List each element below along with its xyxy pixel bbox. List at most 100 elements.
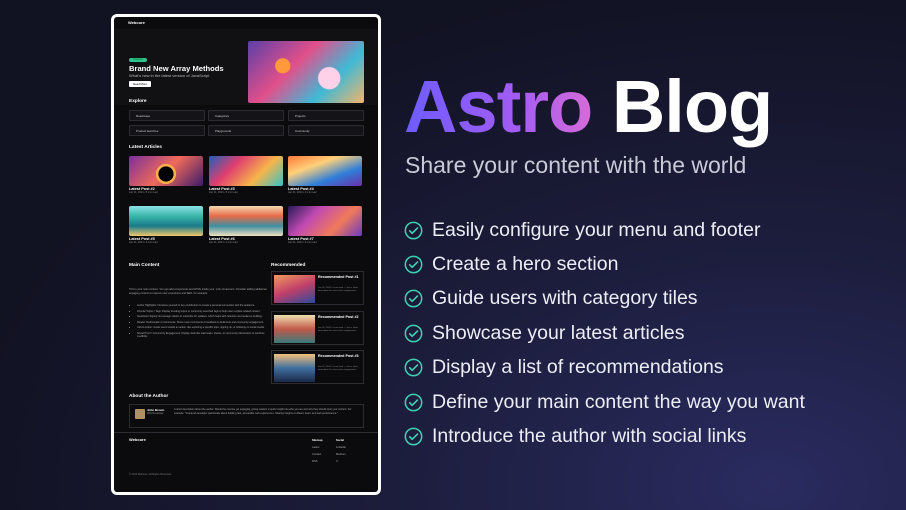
post-meta: Jan 01, 2024 • 5 min read <box>129 191 158 194</box>
preview-card: Webcore Featured Brand New Array Methods… <box>111 14 381 495</box>
footer-social: Social LinkedIn Medium X <box>336 437 346 465</box>
explore-heading: Explore <box>129 99 147 104</box>
tile-roadmaps[interactable]: Roadmaps <box>129 110 205 121</box>
author-card: John Brown Web Developer A short descrip… <box>129 404 364 428</box>
footer-link[interactable]: RSS <box>312 458 322 465</box>
post-card[interactable]: Latest Post #4 Jan 01, 2024 • 4 min read <box>288 156 362 194</box>
feature-text: Showcase your latest articles <box>432 321 685 344</box>
post-card[interactable]: Latest Post #2 Jan 01, 2024 • 5 min read <box>129 156 203 194</box>
recommended-heading: Recommended <box>271 263 306 268</box>
footer-link[interactable]: Contact <box>312 451 322 458</box>
recommended-thumbnail <box>274 275 315 303</box>
check-circle-icon <box>404 393 423 412</box>
list-item: Popular Topics / Tags: Display trending … <box>137 310 269 314</box>
title-astro: Astro <box>404 65 593 148</box>
footer-divider <box>114 432 378 433</box>
site-logo[interactable]: Webcore <box>128 20 145 25</box>
recommended-title: Recommended Post #2 <box>318 315 359 319</box>
feature-item: Display a list of recommendations <box>404 351 805 385</box>
avatar <box>135 409 145 419</box>
preview-screen: Webcore Featured Brand New Array Methods… <box>114 17 378 492</box>
list-item: Call-to-Action: Guide users toward an ac… <box>137 326 269 330</box>
footer-link[interactable]: X <box>336 458 346 465</box>
post-card[interactable]: Latest Post #6 Jan 01, 2024 • 4 min read <box>209 206 283 244</box>
feature-text: Guide users with category tiles <box>432 287 698 310</box>
post-meta: Jan 01, 2024 • 4 min read <box>209 241 238 244</box>
feature-item: Create a hero section <box>404 247 805 281</box>
post-thumbnail <box>129 206 203 236</box>
latest-articles-heading: Latest Articles <box>129 145 162 150</box>
feature-text: Define your main content the way you wan… <box>432 390 805 413</box>
post-meta: Jan 01, 2024 • 4 min read <box>288 191 317 194</box>
subtitle: Share your content with the world <box>405 152 747 178</box>
author-role: Web Developer <box>147 412 164 415</box>
recommended-thumbnail <box>274 315 315 343</box>
footer-link[interactable]: LinkedIn <box>336 444 346 451</box>
check-circle-icon <box>404 427 423 446</box>
main-title: Astro Blog <box>404 70 773 144</box>
list-item: Reader Testimonials or Comments: Show re… <box>137 321 269 325</box>
list-item: Newsletter Signup: Encourage visitors to… <box>137 315 269 319</box>
post-meta: Jan 01, 2024 • 5 min read <box>209 191 238 194</box>
main-content-intro: This is your main content. You can add c… <box>129 288 267 295</box>
feature-item: Define your main content the way you wan… <box>404 385 805 419</box>
recommended-title: Recommended Post #3 <box>318 354 359 358</box>
main-content-heading: Main Content <box>129 263 160 268</box>
tile-product-launches[interactable]: Product launches <box>129 125 205 136</box>
post-thumbnail <box>209 206 283 236</box>
recommended-item[interactable]: Recommended Post #1 Jan 01, 2024 • 5 min… <box>271 271 364 305</box>
post-thumbnail <box>129 156 203 186</box>
recommended-meta: Jan 01, 2024 • 5 min read — Just a short… <box>318 327 358 332</box>
post-meta: Jan 01, 2024 • 5 min read <box>129 241 158 244</box>
recommended-item[interactable]: Recommended Post #3 Jan 01, 2024 • 5 min… <box>271 350 364 384</box>
read-more-button[interactable]: Read More <box>129 81 151 87</box>
tile-projects[interactable]: Projects <box>288 110 364 121</box>
featured-badge: Featured <box>129 58 147 62</box>
footer-logo[interactable]: Webcore <box>129 437 146 442</box>
list-item: Author Highlights: Introduce yourself or… <box>137 304 269 308</box>
hero-subtitle: What's new in the latest version of Java… <box>129 73 210 78</box>
footer-sitemap: Sitemap Latest Contact RSS <box>312 437 322 465</box>
recommended-meta: Jan 01, 2024 • 5 min read — Just a short… <box>318 287 358 292</box>
tile-playgrounds[interactable]: Playgrounds <box>208 125 284 136</box>
recommended-meta: Jan 01, 2024 • 5 min read — Just a short… <box>318 366 358 371</box>
post-card[interactable]: Latest Post #3 Jan 01, 2024 • 5 min read <box>209 156 283 194</box>
feature-item: Introduce the author with social links <box>404 419 805 453</box>
feature-text: Introduce the author with social links <box>432 425 747 448</box>
tile-categories[interactable]: Categories <box>208 110 284 121</box>
author-bio: A short description about the author. Sh… <box>174 408 352 415</box>
post-card[interactable]: Latest Post #5 Jan 01, 2024 • 5 min read <box>129 206 203 244</box>
check-circle-icon <box>404 358 423 377</box>
footer-link[interactable]: Latest <box>312 444 322 451</box>
post-card[interactable]: Latest Post #7 Jan 01, 2024 • 5 min read <box>288 206 362 244</box>
feature-text: Display a list of recommendations <box>432 356 724 379</box>
about-author-heading: About the Author <box>129 394 169 399</box>
footer-heading: Social <box>336 439 344 442</box>
feature-text: Easily configure your menu and footer <box>432 218 761 241</box>
tile-community[interactable]: Community <box>288 125 364 136</box>
feature-list: Easily configure your menu and footer Cr… <box>404 213 805 454</box>
check-circle-icon <box>404 324 423 343</box>
check-circle-icon <box>404 221 423 240</box>
recommended-thumbnail <box>274 354 315 382</box>
hero-title: Brand New Array Methods <box>129 64 224 73</box>
check-circle-icon <box>404 290 423 308</box>
post-thumbnail <box>209 156 283 186</box>
preview-hero: Featured Brand New Array Methods What's … <box>114 29 378 105</box>
copyright: © 2024 Webcore. All Rights Reserved. <box>129 473 172 476</box>
recommended-title: Recommended Post #1 <box>318 275 359 279</box>
list-item: Social Proof / Community Engagement: Dis… <box>137 332 269 339</box>
post-meta: Jan 01, 2024 • 5 min read <box>288 241 317 244</box>
check-circle-icon <box>404 255 423 274</box>
hero-artwork <box>248 41 364 103</box>
footer-heading: Sitemap <box>312 439 323 442</box>
feature-item: Guide users with category tiles <box>404 282 805 316</box>
feature-item: Easily configure your menu and footer <box>404 213 805 247</box>
main-content-list: Author Highlights: Introduce yourself or… <box>134 304 269 341</box>
feature-text: Create a hero section <box>432 253 619 276</box>
recommended-item[interactable]: Recommended Post #2 Jan 01, 2024 • 5 min… <box>271 311 364 345</box>
footer-link[interactable]: Medium <box>336 451 346 458</box>
feature-item: Showcase your latest articles <box>404 316 805 350</box>
title-blog: Blog <box>611 65 773 148</box>
post-thumbnail <box>288 156 362 186</box>
